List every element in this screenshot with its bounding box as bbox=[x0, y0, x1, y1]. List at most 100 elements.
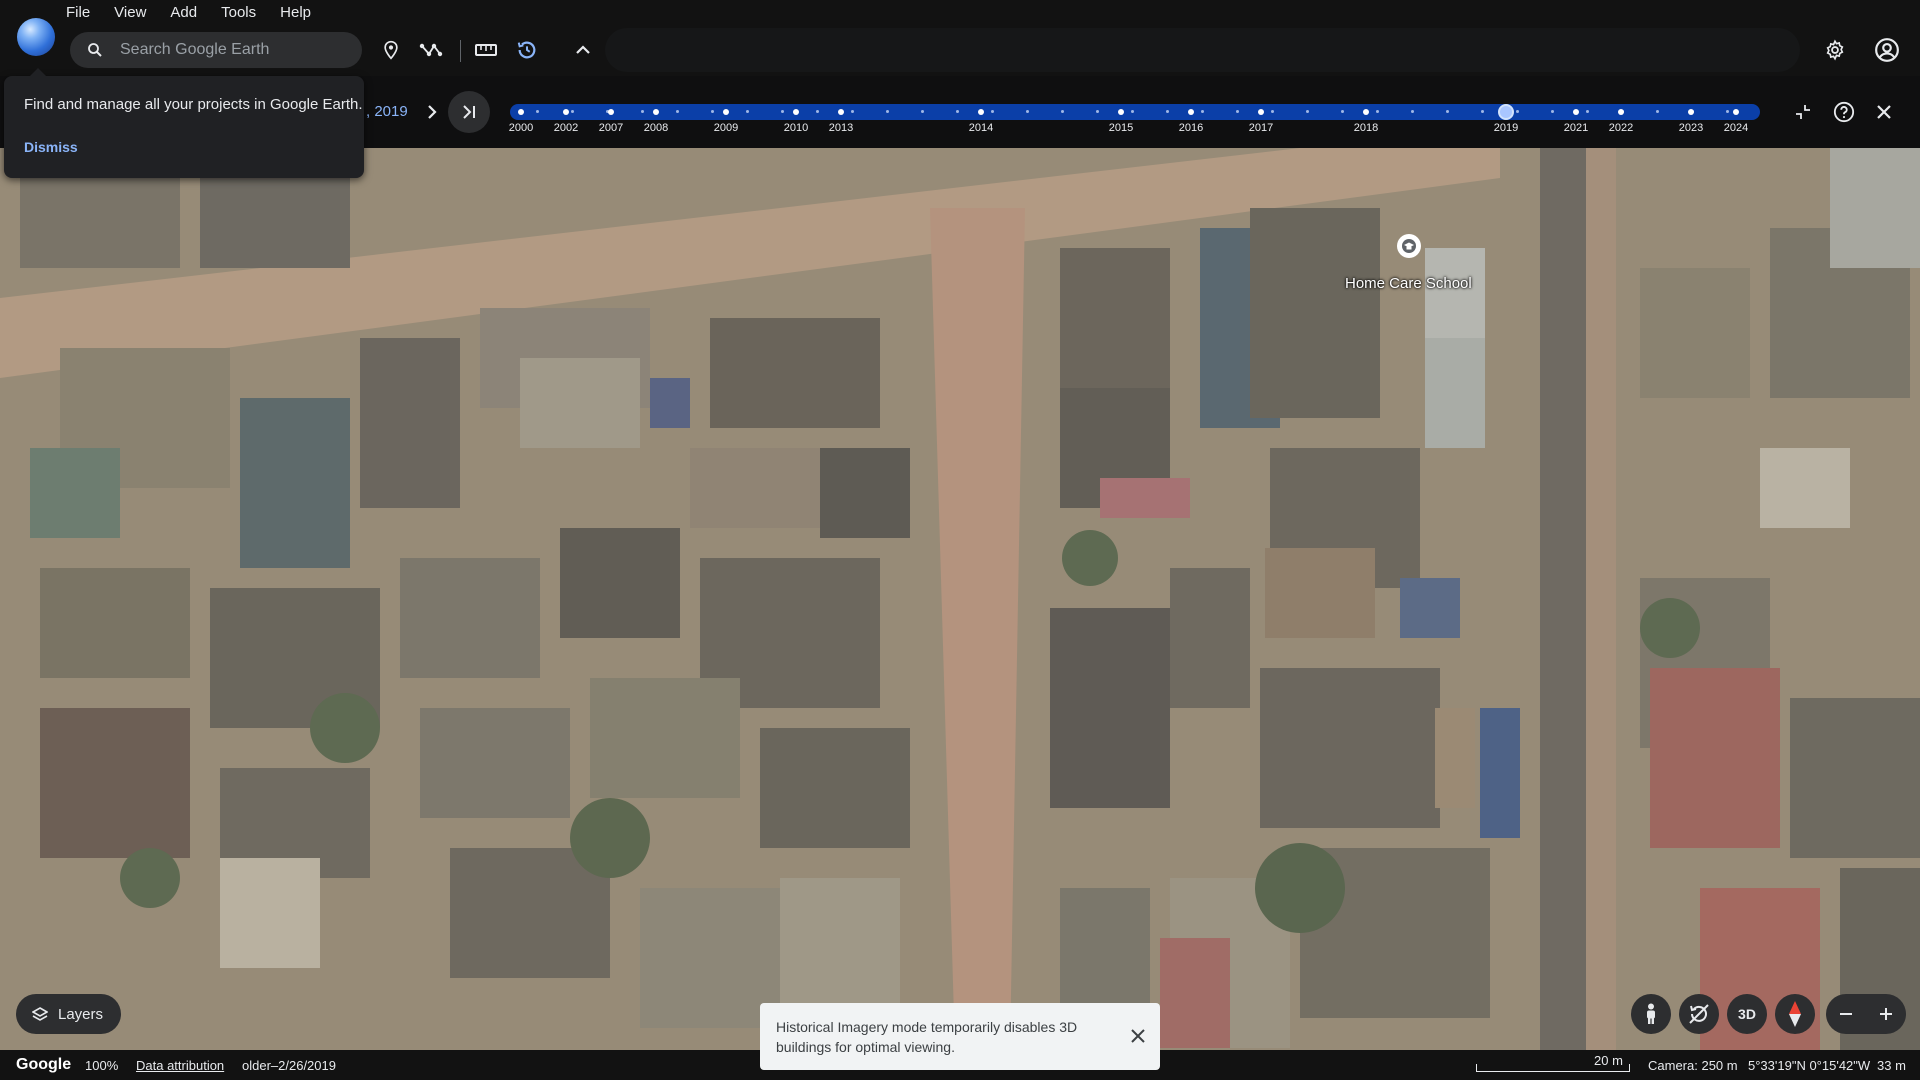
close-timeline-button[interactable] bbox=[1870, 98, 1898, 126]
timeline-tick bbox=[1726, 110, 1729, 113]
timeline-tick bbox=[536, 110, 539, 113]
google-logo: Google bbox=[16, 1056, 72, 1073]
3d-toggle-button[interactable]: 3D bbox=[1727, 994, 1767, 1034]
pin-icon bbox=[384, 40, 398, 60]
settings-button[interactable] bbox=[1821, 36, 1849, 64]
account-icon bbox=[1875, 38, 1899, 62]
timeline-tick bbox=[1131, 110, 1134, 113]
timeline-thumb[interactable] bbox=[1498, 104, 1514, 120]
timeline-year-dot[interactable] bbox=[1258, 109, 1264, 115]
timeline-year-dot[interactable] bbox=[1688, 109, 1694, 115]
timeline-year-dot[interactable] bbox=[793, 109, 799, 115]
menu-add[interactable]: Add bbox=[170, 4, 197, 21]
search-input[interactable] bbox=[120, 41, 350, 59]
tooltip-arrow bbox=[30, 68, 46, 76]
timeline-year-dot[interactable] bbox=[1733, 109, 1739, 115]
scale-bar bbox=[1476, 1064, 1630, 1072]
timeline-tick bbox=[1446, 110, 1449, 113]
compass-button[interactable] bbox=[1775, 994, 1815, 1034]
zoom-in-button[interactable] bbox=[1866, 994, 1906, 1034]
search-icon bbox=[88, 43, 102, 57]
history-icon bbox=[517, 41, 536, 59]
3d-label: 3D bbox=[1738, 1006, 1756, 1022]
school-icon bbox=[1402, 239, 1416, 253]
place-marker[interactable] bbox=[1397, 234, 1421, 258]
close-icon[interactable] bbox=[1128, 1026, 1148, 1046]
street-view-button[interactable] bbox=[1631, 994, 1671, 1034]
tilt-toggle-button[interactable] bbox=[1679, 994, 1719, 1034]
layers-icon bbox=[32, 1007, 48, 1021]
timeline-tick bbox=[1656, 110, 1659, 113]
path-icon bbox=[419, 43, 443, 57]
satellite-imagery bbox=[0, 148, 1920, 1050]
timeline-tick bbox=[1061, 110, 1064, 113]
layers-button[interactable]: Layers bbox=[16, 994, 121, 1034]
placemark-button[interactable] bbox=[377, 36, 405, 64]
google-earth-logo[interactable] bbox=[17, 18, 55, 56]
menu-help[interactable]: Help bbox=[280, 4, 311, 21]
camera-altitude: Camera: 250 m bbox=[1648, 1058, 1738, 1073]
timeline-tick bbox=[851, 110, 854, 113]
timeline-tick bbox=[921, 110, 924, 113]
timeline-tick bbox=[1586, 110, 1589, 113]
timeline-year-label: 2015 bbox=[1108, 122, 1134, 134]
timeline-help-button[interactable] bbox=[1830, 98, 1858, 126]
timeline-year-dot[interactable] bbox=[723, 109, 729, 115]
timeline-tick bbox=[1516, 110, 1519, 113]
elevation: 33 m bbox=[1877, 1058, 1906, 1073]
timeline-year-dot[interactable] bbox=[1363, 109, 1369, 115]
timeline-year-dot[interactable] bbox=[978, 109, 984, 115]
timeline-year-label: 2016 bbox=[1178, 122, 1204, 134]
timeline-year-dot[interactable] bbox=[608, 109, 614, 115]
timeline-year-label: 2017 bbox=[1248, 122, 1274, 134]
timeline-year-dot[interactable] bbox=[518, 109, 524, 115]
timeline-tick bbox=[1481, 110, 1484, 113]
timeline-year-dot[interactable] bbox=[1188, 109, 1194, 115]
measure-button[interactable] bbox=[472, 36, 500, 64]
timeline-year-dot[interactable] bbox=[1618, 109, 1624, 115]
timeline-year-dot[interactable] bbox=[838, 109, 844, 115]
menu-bar: File View Add Tools Help bbox=[0, 0, 1920, 24]
toast-message: Historical Imagery mode temporarily disa… bbox=[776, 1019, 1078, 1055]
timeline-tick bbox=[1271, 110, 1274, 113]
dismiss-button[interactable]: Dismiss bbox=[24, 139, 78, 155]
collapse-toolbar-button[interactable] bbox=[569, 36, 597, 64]
timeline-year-dot[interactable] bbox=[653, 109, 659, 115]
timeline-tick bbox=[1411, 110, 1414, 113]
timeline-tick bbox=[1306, 110, 1309, 113]
search-box[interactable] bbox=[70, 32, 362, 68]
tooltip-message: Find and manage all your projects in Goo… bbox=[24, 96, 363, 113]
timeline-tick bbox=[1236, 110, 1239, 113]
timeline-year-label: 2024 bbox=[1723, 122, 1749, 134]
account-button[interactable] bbox=[1873, 36, 1901, 64]
timeline-year-dot[interactable] bbox=[1573, 109, 1579, 115]
timeline-tick bbox=[816, 110, 819, 113]
toolbar-divider bbox=[460, 40, 461, 62]
timeline-tick bbox=[571, 110, 574, 113]
timeline-year-dot[interactable] bbox=[563, 109, 569, 115]
menu-file[interactable]: File bbox=[66, 4, 90, 21]
timeline-year-label: 2007 bbox=[598, 122, 624, 134]
timeline-tick bbox=[956, 110, 959, 113]
menu-tools[interactable]: Tools bbox=[221, 4, 256, 21]
timeline-year-label: 2009 bbox=[713, 122, 739, 134]
timeline-tick bbox=[886, 110, 889, 113]
data-attribution-link[interactable]: Data attribution bbox=[136, 1058, 224, 1073]
close-icon bbox=[1877, 105, 1891, 119]
zoom-controls bbox=[1826, 994, 1906, 1034]
place-label[interactable]: Home Care School bbox=[1345, 275, 1472, 292]
timeline-year-label: 2013 bbox=[828, 122, 854, 134]
path-button[interactable] bbox=[417, 36, 445, 64]
satellite-map[interactable] bbox=[0, 148, 1920, 1050]
help-icon bbox=[1833, 101, 1855, 123]
timeline-year-label: 2018 bbox=[1353, 122, 1379, 134]
menu-view[interactable]: View bbox=[114, 4, 146, 21]
timeline-year-label: 2019 bbox=[1493, 122, 1519, 134]
projects-tooltip: Find and manage all your projects in Goo… bbox=[4, 68, 364, 178]
minimize-timeline-button[interactable] bbox=[1789, 98, 1817, 126]
timeline-year-dot[interactable] bbox=[1118, 109, 1124, 115]
zoom-out-button[interactable] bbox=[1826, 994, 1866, 1034]
ruler-icon bbox=[475, 44, 497, 56]
timeline-year-label: 2014 bbox=[968, 122, 994, 134]
historical-imagery-button[interactable] bbox=[513, 36, 541, 64]
